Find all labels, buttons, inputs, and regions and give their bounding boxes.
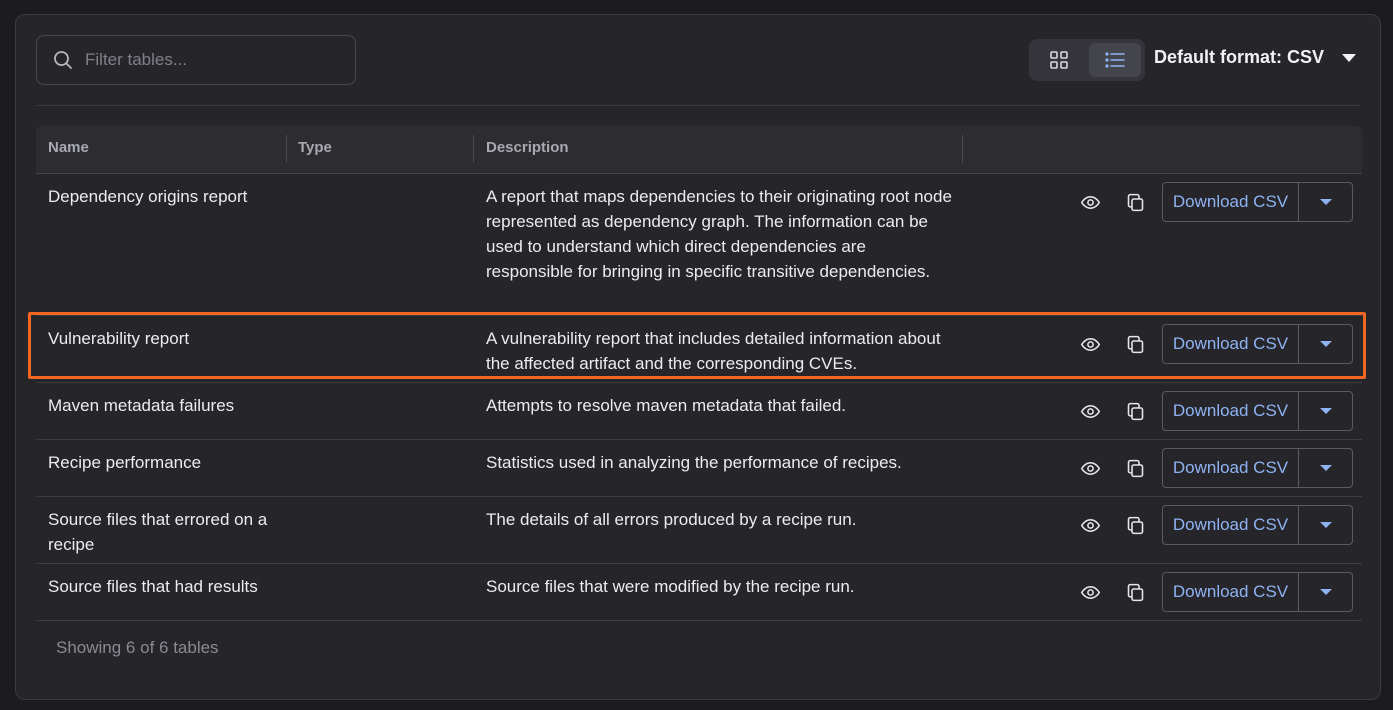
copy-icon: [1127, 335, 1143, 353]
table-row[interactable]: Maven metadata failures Attempts to resol…: [36, 383, 1362, 440]
row-actions: Download CSV: [1072, 505, 1353, 545]
copy-icon: [1127, 516, 1143, 534]
download-options-button[interactable]: [1299, 325, 1352, 363]
row-name: Recipe performance: [48, 453, 202, 472]
grid-view-button[interactable]: [1033, 43, 1085, 77]
row-name: Maven metadata failures: [48, 396, 235, 415]
chevron-down-icon: [1319, 199, 1332, 205]
table-header: Name Type Description: [36, 126, 1362, 174]
row-description: A vulnerability report that includes det…: [486, 329, 941, 373]
row-name: Source files that had results: [48, 577, 258, 596]
preview-button[interactable]: [1072, 574, 1108, 610]
row-actions: Download CSV: [1072, 572, 1353, 612]
eye-icon: [1080, 195, 1100, 209]
download-options-button[interactable]: [1299, 392, 1352, 430]
row-actions: Download CSV: [1072, 182, 1353, 222]
default-format-label: Default format: CSV: [1154, 47, 1325, 67]
search-input[interactable]: [83, 49, 347, 71]
download-options-button[interactable]: [1299, 506, 1352, 544]
grid-icon: [1050, 51, 1068, 69]
chevron-down-icon: [1319, 341, 1332, 347]
table-row[interactable]: Vulnerability report A vulnerability repo…: [36, 316, 1362, 383]
view-toggle: [1029, 39, 1145, 81]
eye-icon: [1080, 461, 1100, 475]
search-icon: [54, 51, 72, 69]
eye-icon: [1080, 518, 1100, 532]
column-resize-handle[interactable]: [962, 135, 963, 163]
eye-icon: [1080, 337, 1100, 351]
eye-icon: [1080, 404, 1100, 418]
download-csv-button[interactable]: Download CSV: [1163, 325, 1299, 363]
copy-button[interactable]: [1117, 184, 1153, 220]
download-csv-button[interactable]: Download CSV: [1163, 449, 1299, 487]
row-actions: Download CSV: [1072, 391, 1353, 431]
download-split-button: Download CSV: [1162, 448, 1353, 488]
preview-button[interactable]: [1072, 326, 1108, 362]
copy-button[interactable]: [1117, 393, 1153, 429]
tables-panel: Default format: CSV Name Type Descriptio…: [15, 14, 1381, 700]
copy-button[interactable]: [1117, 507, 1153, 543]
toolbar-divider: [36, 105, 1360, 106]
chevron-down-icon: [1319, 522, 1332, 528]
download-csv-button[interactable]: Download CSV: [1163, 183, 1299, 221]
download-csv-button[interactable]: Download CSV: [1163, 392, 1299, 430]
tables-table: Name Type Description Dependency origins…: [36, 126, 1362, 621]
column-header-description[interactable]: Description: [486, 126, 569, 173]
copy-button[interactable]: [1117, 574, 1153, 610]
row-description: A report that maps dependencies to their…: [486, 187, 952, 281]
table-row[interactable]: Source files that had results Source file…: [36, 564, 1362, 621]
preview-button[interactable]: [1072, 507, 1108, 543]
copy-icon: [1127, 459, 1143, 477]
copy-button[interactable]: [1117, 450, 1153, 486]
copy-button[interactable]: [1117, 326, 1153, 362]
row-description: Attempts to resolve maven metadata that …: [486, 396, 847, 415]
preview-button[interactable]: [1072, 450, 1108, 486]
download-split-button: Download CSV: [1162, 182, 1353, 222]
table-count: Showing 6 of 6 tables: [56, 638, 219, 657]
row-actions: Download CSV: [1072, 448, 1353, 488]
row-name: Source files that errored on a recipe: [48, 510, 268, 554]
download-options-button[interactable]: [1299, 449, 1352, 487]
toolbar: Default format: CSV: [36, 35, 1360, 86]
chevron-down-icon: [1319, 408, 1332, 414]
chevron-down-icon: [1319, 589, 1332, 595]
copy-icon: [1127, 402, 1143, 420]
column-resize-handle[interactable]: [473, 135, 474, 163]
copy-icon: [1127, 583, 1143, 601]
column-resize-handle[interactable]: [286, 135, 287, 163]
row-description: Statistics used in analyzing the perform…: [486, 453, 902, 472]
column-header-name[interactable]: Name: [48, 126, 89, 173]
row-description: Source files that were modified by the r…: [486, 577, 855, 596]
download-csv-button[interactable]: Download CSV: [1163, 573, 1299, 611]
download-split-button: Download CSV: [1162, 505, 1353, 545]
download-csv-button[interactable]: Download CSV: [1163, 506, 1299, 544]
table-row[interactable]: Source files that errored on a recipe The…: [36, 497, 1362, 564]
download-split-button: Download CSV: [1162, 391, 1353, 431]
download-options-button[interactable]: [1299, 183, 1352, 221]
chevron-down-icon: [1319, 465, 1332, 471]
row-name: Vulnerability report: [48, 329, 190, 348]
list-view-button[interactable]: [1089, 43, 1141, 77]
table-row[interactable]: Recipe performance Statistics used in ana…: [36, 440, 1362, 497]
preview-button[interactable]: [1072, 184, 1108, 220]
download-split-button: Download CSV: [1162, 572, 1353, 612]
preview-button[interactable]: [1072, 393, 1108, 429]
row-actions: Download CSV: [1072, 324, 1353, 364]
column-header-type[interactable]: Type: [298, 126, 332, 173]
eye-icon: [1080, 585, 1100, 599]
search-box[interactable]: [36, 35, 356, 85]
list-icon: [1105, 52, 1125, 68]
copy-icon: [1127, 193, 1143, 211]
download-options-button[interactable]: [1299, 573, 1352, 611]
chevron-down-icon: [1342, 53, 1357, 62]
table-body: Dependency origins report A report that m…: [36, 174, 1362, 621]
download-split-button: Download CSV: [1162, 324, 1353, 364]
table-row[interactable]: Dependency origins report A report that m…: [36, 174, 1362, 316]
row-name: Dependency origins report: [48, 187, 248, 206]
row-description: The details of all errors produced by a …: [486, 510, 857, 529]
default-format-dropdown[interactable]: Default format: CSV: [1154, 47, 1357, 68]
